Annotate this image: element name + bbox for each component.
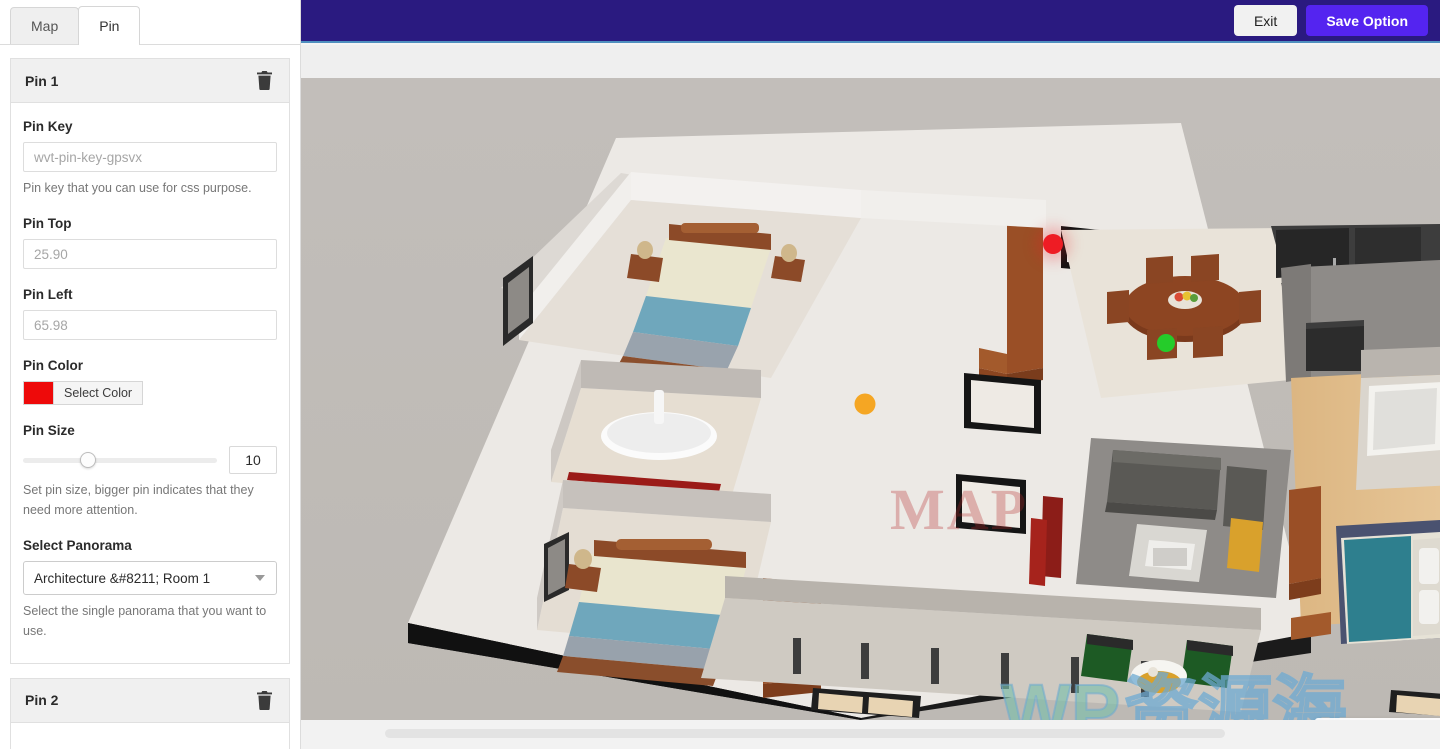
pin-size-help: Set pin size, bigger pin indicates that … — [23, 483, 254, 517]
pin-card-2: Pin 2 — [10, 677, 290, 749]
pin-card-1-header: Pin 1 — [11, 59, 289, 103]
select-panorama-help: Select the single panorama that you want… — [23, 604, 267, 638]
pin-size-slider[interactable] — [23, 450, 217, 470]
pin-size-number-input[interactable] — [229, 446, 277, 475]
select-color-button-label: Select Color — [64, 386, 133, 401]
app-root: Map Pin Pin 1 Pin Key wvt-pin-key-gpsvx … — [0, 0, 1440, 749]
pin-card-1: Pin 1 Pin Key Pin key that you can use f… — [10, 58, 290, 664]
map-pin-green[interactable] — [1157, 334, 1176, 353]
select-color-button[interactable]: Select Color — [53, 381, 144, 406]
select-panorama-label: Select Panorama — [23, 538, 132, 554]
field-pin-color: Pin Color Select Color — [23, 358, 277, 406]
pin-size-slider-thumb[interactable] — [79, 452, 96, 469]
canvas-area: MAP WP 资源海 Top 84.78% Left 61.40% — [301, 45, 1440, 749]
top-toolbar: Exit Save Option — [301, 0, 1440, 43]
select-panorama-wrap: Architecture &#8211; Room 1 — [23, 561, 277, 596]
pin-size-control — [23, 446, 277, 475]
pin-key-help: Pin key that you can use for css purpose… — [23, 181, 252, 195]
select-panorama-value: Architecture &#8211; Room 1 — [34, 570, 211, 586]
pin-left-label: Pin Left — [23, 287, 73, 303]
field-select-panorama: Select Panorama Architecture &#8211; Roo… — [23, 538, 277, 641]
pin-top-input[interactable] — [23, 239, 277, 270]
field-pin-size: Pin Size Set pin size, bigger pin indica… — [23, 423, 277, 520]
sidebar-scroll-region[interactable]: Pin 1 Pin Key Pin key that you can use f… — [0, 46, 300, 749]
pin-key-input[interactable] — [23, 142, 277, 172]
pin-card-1-title: Pin 1 — [25, 72, 59, 89]
pin-size-label: Pin Size — [23, 423, 75, 439]
tab-pin-label: Pin — [99, 18, 120, 34]
sidebar: Map Pin Pin 1 Pin Key wvt-pin-key-gpsvx … — [0, 0, 301, 749]
pin-color-swatch[interactable] — [23, 381, 53, 406]
delete-pin-2-button[interactable] — [253, 689, 275, 711]
select-panorama-dropdown[interactable]: Architecture &#8211; Room 1 — [23, 561, 277, 596]
pin-key-label: Pin Key — [23, 119, 73, 134]
field-pin-left: Pin Left — [23, 287, 277, 341]
horizontal-scrollbar-thumb[interactable] — [385, 729, 1225, 738]
field-pin-top: Pin Top — [23, 216, 277, 270]
tab-pin[interactable]: Pin — [78, 6, 141, 45]
trash-icon — [256, 71, 272, 90]
trash-icon — [256, 690, 272, 710]
pin-color-label: Pin Color — [23, 358, 83, 374]
pin-card-2-header[interactable]: Pin 2 — [11, 678, 289, 723]
map-pin-stage[interactable]: MAP WP 资源海 Top 84.78% Left 61.40% — [301, 78, 1440, 720]
save-option-button-label: Save Option — [1326, 12, 1408, 29]
horizontal-scrollbar[interactable] — [301, 720, 1440, 749]
pin-left-input[interactable] — [23, 310, 277, 341]
map-pin-red[interactable] — [1042, 234, 1063, 255]
exit-button-label: Exit — [1253, 12, 1278, 29]
save-option-button[interactable]: Save Option — [1306, 5, 1428, 36]
delete-pin-1-button[interactable] — [253, 70, 275, 92]
exit-button[interactable]: Exit — [1233, 5, 1298, 36]
sidebar-tabs: Map Pin — [0, 0, 300, 45]
map-pin-orange[interactable] — [854, 393, 876, 415]
main-panel: Exit Save Option MAP WP — [301, 0, 1440, 749]
pin-card-2-title: Pin 2 — [25, 692, 59, 709]
field-pin-key: Pin Key Pin key that you can use for css… — [23, 119, 277, 198]
pin-color-control: Select Color — [23, 381, 277, 406]
pin-top-label: Pin Top — [23, 216, 72, 232]
tab-map-label: Map — [31, 18, 59, 34]
tab-map[interactable]: Map — [10, 7, 80, 44]
pin-size-slider-track — [23, 457, 217, 463]
pin-card-1-body: Pin Key Pin key that you can use for css… — [11, 103, 289, 663]
